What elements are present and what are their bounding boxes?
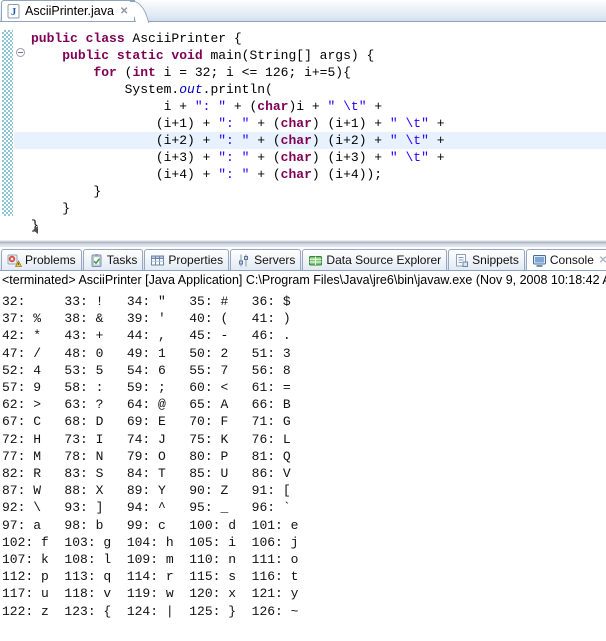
properties-icon: [150, 253, 165, 268]
code-line[interactable]: (i+3) + ": " + (char) (i+3) + " \t" +: [14, 149, 606, 166]
code-line[interactable]: }: [14, 183, 606, 200]
scroll-left-arrow-icon[interactable]: [33, 226, 38, 234]
console-icon: [532, 253, 547, 268]
code-line[interactable]: (i+4) + ": " + (char) (i+4));: [14, 166, 606, 183]
tab-label: Tasks: [107, 253, 138, 267]
tab-label: Problems: [25, 253, 76, 267]
editor-tab-close-icon[interactable]: ✕: [118, 6, 130, 17]
tab-label: Servers: [254, 253, 295, 267]
tab-label: Data Source Explorer: [326, 253, 441, 267]
svg-text:J: J: [11, 7, 16, 18]
code-area[interactable]: public class AsciiPrinter { public stati…: [14, 22, 606, 234]
tasks-icon: [89, 253, 104, 268]
tab-servers[interactable]: Servers: [230, 249, 301, 270]
tab-label: Properties: [168, 253, 223, 267]
code-line[interactable]: public static void main(String[] args) {: [14, 47, 606, 64]
eclipse-window: J AsciiPrinter.java ✕ public class Ascii…: [0, 0, 606, 640]
java-file-icon: J: [6, 4, 21, 19]
code-line[interactable]: for (int i = 32; i <= 126; i+=5){: [14, 64, 606, 81]
code-line[interactable]: i + ": " + (char)i + " \t" +: [14, 98, 606, 115]
code-line[interactable]: }: [14, 200, 606, 217]
tab-problems[interactable]: Problems: [1, 249, 82, 270]
tab-properties[interactable]: Properties: [144, 249, 229, 270]
tab-tasks[interactable]: Tasks: [83, 249, 144, 270]
code-line-highlighted[interactable]: (i+2) + ": " + (char) (i+2) + " \t" +: [14, 132, 606, 149]
data-source-explorer-icon: [308, 253, 323, 268]
console-status-line: <terminated> AsciiPrinter [Java Applicat…: [0, 271, 606, 291]
tab-snippets[interactable]: Snippets: [448, 249, 525, 270]
tab-label: Console: [550, 253, 594, 267]
code-line[interactable]: public class AsciiPrinter {: [14, 30, 606, 47]
tab-console[interactable]: Console ✕: [526, 249, 606, 270]
code-line[interactable]: (i+1) + ": " + (char) (i+1) + " \t" +: [14, 115, 606, 132]
editor-tab-label: AsciiPrinter.java: [25, 4, 114, 18]
editor-tab-bar: J AsciiPrinter.java ✕: [0, 0, 606, 22]
code-line[interactable]: System.out.println(: [14, 81, 606, 98]
console-tab-close-icon[interactable]: ✕: [597, 255, 606, 266]
view-tab-bar: Problems Tasks: [0, 247, 606, 271]
problems-icon: [7, 253, 22, 268]
editor-console-sash[interactable]: [0, 239, 606, 247]
code-line[interactable]: }: [14, 217, 606, 234]
editor-tab-asciiprinter[interactable]: J AsciiPrinter.java ✕: [1, 0, 135, 21]
tab-label: Snippets: [472, 253, 519, 267]
console-output[interactable]: 32: 33: ! 34: " 35: # 36: $ 37: % 38: & …: [0, 291, 606, 640]
code-editor[interactable]: public class AsciiPrinter { public stati…: [0, 22, 606, 239]
tab-data-source-explorer[interactable]: Data Source Explorer: [302, 249, 447, 270]
snippets-icon: [454, 253, 469, 268]
servers-icon: [236, 253, 251, 268]
range-indicator-bar: [2, 30, 13, 216]
